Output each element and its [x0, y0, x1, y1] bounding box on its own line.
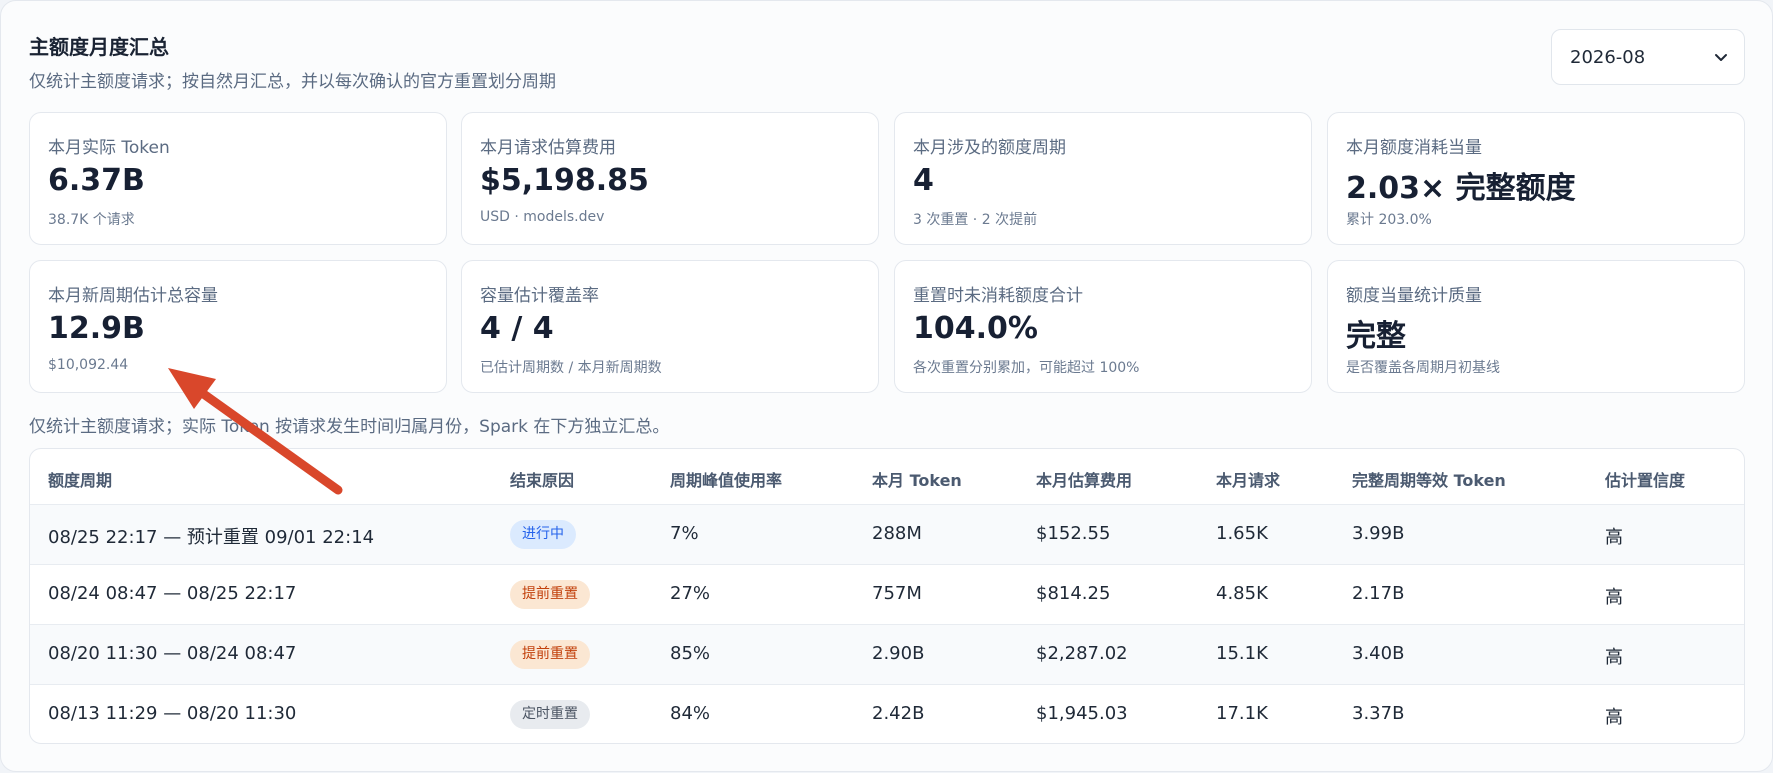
cell-cost: $2,287.02 [1036, 643, 1128, 664]
page-subtitle: 仅统计主额度请求；按自然月汇总，并以每次确认的官方重置划分周期 [29, 72, 556, 92]
stat-card-value: 完整 [1346, 319, 1406, 354]
cell-equiv: 3.99B [1352, 523, 1405, 544]
stat-card-label: 本月新周期估计总容量 [48, 286, 218, 306]
stat-card-sub: 已估计周期数 / 本月新周期数 [480, 360, 662, 376]
column-header: 额度周期 [48, 471, 113, 490]
stat-card-label: 本月实际 Token [48, 138, 170, 158]
column-header: 本月请求 [1216, 471, 1281, 490]
stat-card-capacity: 本月新周期估计总容量 12.9B $10,092.44 [29, 260, 447, 393]
column-header: 本月 Token [872, 471, 962, 490]
column-header: 结束原因 [510, 471, 575, 490]
stat-card-label: 本月额度消耗当量 [1346, 138, 1482, 158]
cell-equiv: 3.40B [1352, 643, 1405, 664]
cell-period: 08/24 08:47 — 08/25 22:17 [48, 583, 297, 604]
status-badge: 定时重置 [510, 700, 590, 729]
column-header: 完整周期等效 Token [1352, 471, 1506, 490]
table-header: 额度周期 结束原因 周期峰值使用率 本月 Token 本月估算费用 本月请求 完… [30, 449, 1744, 505]
cell-confidence: 高 [1605, 587, 1623, 608]
page-title: 主额度月度汇总 [29, 35, 169, 59]
stat-card-quality: 额度当量统计质量 完整 是否覆盖各周期月初基线 [1327, 260, 1745, 393]
table-row: 08/13 11:29 — 08/20 11:30 定时重置 84% 2.42B… [30, 685, 1744, 743]
stat-card-quota-periods: 本月涉及的额度周期 4 3 次重置 · 2 次提前 [894, 112, 1312, 245]
monthly-summary-panel: 主额度月度汇总 仅统计主额度请求；按自然月汇总，并以每次确认的官方重置划分周期 … [0, 0, 1773, 772]
cell-period: 08/20 11:30 — 08/24 08:47 [48, 643, 297, 664]
table-row: 08/20 11:30 — 08/24 08:47 提前重置 85% 2.90B… [30, 625, 1744, 685]
column-header: 本月估算费用 [1036, 471, 1133, 490]
stat-card-label: 额度当量统计质量 [1346, 286, 1482, 306]
cell-requests: 4.85K [1216, 583, 1268, 604]
stat-card-unused-quota: 重置时未消耗额度合计 104.0% 各次重置分别累加，可能超过 100% [894, 260, 1312, 393]
stat-card-label: 本月请求估算费用 [480, 138, 616, 158]
stat-card-actual-tokens: 本月实际 Token 6.37B 38.7K 个请求 [29, 112, 447, 245]
stat-card-value: 4 / 4 [480, 311, 554, 346]
cell-period: 08/13 11:29 — 08/20 11:30 [48, 703, 297, 724]
cell-cost: $1,945.03 [1036, 703, 1128, 724]
stat-card-sub: $10,092.44 [48, 357, 129, 373]
cell-confidence: 高 [1605, 527, 1623, 548]
stat-card-label: 容量估计覆盖率 [480, 286, 599, 306]
cell-equiv: 3.37B [1352, 703, 1405, 724]
table-row: 08/24 08:47 — 08/25 22:17 提前重置 27% 757M … [30, 565, 1744, 625]
cell-requests: 1.65K [1216, 523, 1268, 544]
cell-requests: 15.1K [1216, 643, 1268, 664]
stat-card-sub: 38.7K 个请求 [48, 212, 135, 228]
stat-card-sub: 是否覆盖各周期月初基线 [1346, 360, 1500, 376]
cell-tokens: 2.90B [872, 643, 925, 664]
cell-requests: 17.1K [1216, 703, 1268, 724]
table-note: 仅统计主额度请求；实际 Token 按请求发生时间归属月份，Spark 在下方独… [29, 417, 670, 437]
stat-card-value: 104.0% [913, 311, 1038, 346]
status-badge: 进行中 [510, 520, 576, 549]
cell-confidence: 高 [1605, 647, 1623, 668]
cell-peak: 85% [670, 643, 711, 664]
stat-card-label: 重置时未消耗额度合计 [913, 286, 1083, 306]
stat-card-quota-equivalent: 本月额度消耗当量 2.03× 完整额度 累计 203.0% [1327, 112, 1745, 245]
cell-tokens: 288M [872, 523, 922, 544]
column-header: 估计置信度 [1605, 471, 1686, 490]
cell-confidence: 高 [1605, 707, 1623, 728]
cell-period: 08/25 22:17 — 预计重置 09/01 22:14 [48, 527, 375, 548]
stat-card-coverage: 容量估计覆盖率 4 / 4 已估计周期数 / 本月新周期数 [461, 260, 879, 393]
stat-card-sub: 3 次重置 · 2 次提前 [913, 212, 1038, 228]
stat-card-value: 6.37B [48, 163, 145, 198]
stat-card-estimated-cost: 本月请求估算费用 $5,198.85 USD · models.dev [461, 112, 879, 245]
stat-card-value: 4 [913, 163, 934, 198]
month-select-value: 2026-08 [1570, 46, 1646, 68]
stat-card-sub: 各次重置分别累加，可能超过 100% [913, 360, 1140, 376]
cell-tokens: 2.42B [872, 703, 925, 724]
table-row: 08/25 22:17 — 预计重置 09/01 22:14 进行中 7% 28… [30, 505, 1744, 565]
stat-card-value: 12.9B [48, 311, 145, 346]
cell-peak: 27% [670, 583, 711, 604]
status-badge: 提前重置 [510, 580, 590, 609]
month-select[interactable]: 2026-08 [1551, 29, 1745, 85]
chevron-down-icon [1715, 54, 1727, 61]
quota-period-table: 额度周期 结束原因 周期峰值使用率 本月 Token 本月估算费用 本月请求 完… [29, 448, 1745, 744]
cell-equiv: 2.17B [1352, 583, 1405, 604]
stat-card-value: $5,198.85 [480, 163, 649, 198]
stat-card-value: 2.03× 完整额度 [1346, 171, 1576, 206]
cell-peak: 7% [670, 523, 699, 544]
cell-cost: $814.25 [1036, 583, 1111, 604]
column-header: 周期峰值使用率 [670, 471, 783, 490]
cell-peak: 84% [670, 703, 711, 724]
status-badge: 提前重置 [510, 640, 590, 669]
cell-cost: $152.55 [1036, 523, 1111, 544]
stat-card-sub: 累计 203.0% [1346, 212, 1432, 228]
stat-card-sub: USD · models.dev [480, 209, 605, 225]
cell-tokens: 757M [872, 583, 922, 604]
stat-card-label: 本月涉及的额度周期 [913, 138, 1066, 158]
